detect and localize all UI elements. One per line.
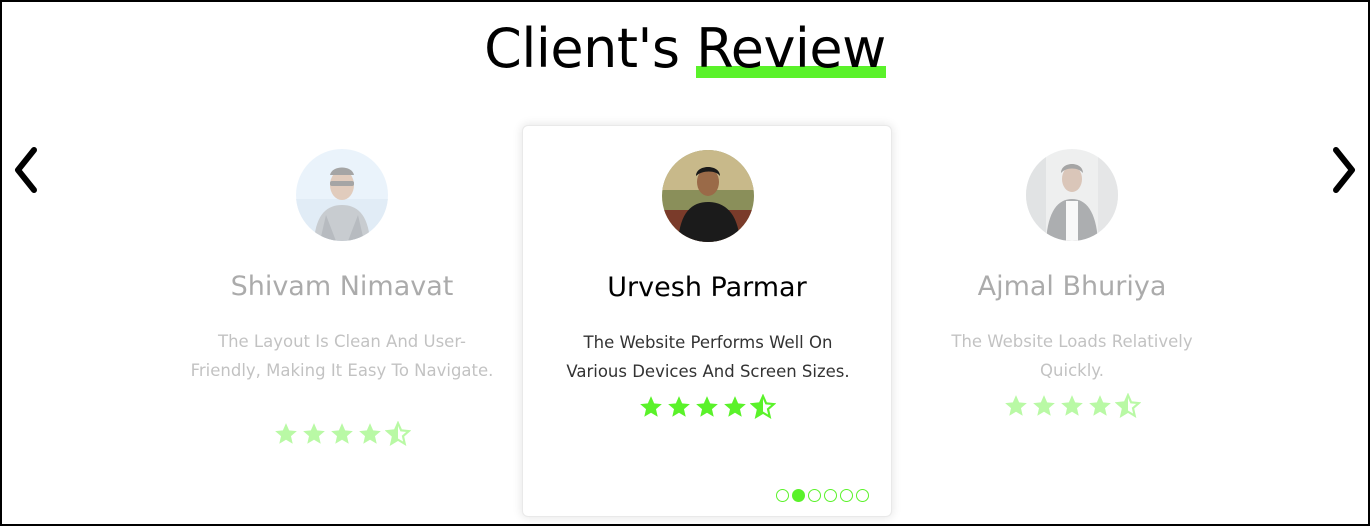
title-part-2: Review [696, 17, 886, 80]
star-half-icon [750, 394, 776, 419]
star-icon [1061, 395, 1083, 416]
review-card-shivam[interactable]: Shivam Nimavat The Layout Is Clean And U… [157, 125, 527, 517]
pagination-dot[interactable] [856, 489, 869, 502]
star-icon [724, 396, 746, 417]
star-icon [359, 423, 381, 444]
chevron-right-icon [1333, 147, 1355, 193]
pagination-dot[interactable] [840, 489, 853, 502]
avatar [662, 150, 754, 242]
review-text: The Layout Is Clean And User-Friendly, M… [190, 332, 494, 380]
star-icon [1033, 395, 1055, 416]
next-button[interactable] [1324, 140, 1364, 200]
star-half-icon [385, 421, 411, 446]
star-icon [1005, 395, 1027, 416]
review-text: The Website Performs Well On Various Dev… [566, 333, 850, 381]
carousel-pagination [776, 489, 869, 502]
review-card-ajmal[interactable]: Ajmal Bhuriya The Website Loads Relative… [887, 125, 1257, 517]
star-icon [696, 396, 718, 417]
star-icon [331, 423, 353, 444]
star-icon [668, 396, 690, 417]
star-icon [640, 396, 662, 417]
title-highlight: Review [696, 14, 886, 84]
reviewer-name: Ajmal Bhuriya [977, 271, 1167, 302]
star-icon [275, 423, 297, 444]
pagination-dot[interactable] [824, 489, 837, 502]
review-text: The Website Loads Relatively Quickly. [951, 332, 1193, 380]
pagination-dot[interactable] [776, 489, 789, 502]
avatar [296, 149, 388, 241]
prev-button[interactable] [6, 140, 46, 200]
chevron-left-icon [15, 147, 37, 193]
star-icon [1089, 395, 1111, 416]
review-card-urvesh[interactable]: Urvesh Parmar The Website Performs Well … [522, 125, 892, 517]
star-rating [887, 393, 1257, 419]
reviewer-name: Shivam Nimavat [230, 271, 454, 302]
star-rating [523, 394, 891, 420]
star-half-icon [1115, 393, 1141, 418]
avatar [1026, 149, 1118, 241]
reviews-section: Client's Review Shivam Nimavat The Layou… [0, 0, 1370, 526]
star-rating [157, 421, 527, 447]
section-title: Client's Review [2, 14, 1368, 84]
pagination-dot[interactable] [808, 489, 821, 502]
reviewer-name: Urvesh Parmar [607, 272, 807, 303]
title-part-1: Client's [484, 17, 680, 80]
pagination-dot-active[interactable] [792, 489, 805, 502]
star-icon [303, 423, 325, 444]
